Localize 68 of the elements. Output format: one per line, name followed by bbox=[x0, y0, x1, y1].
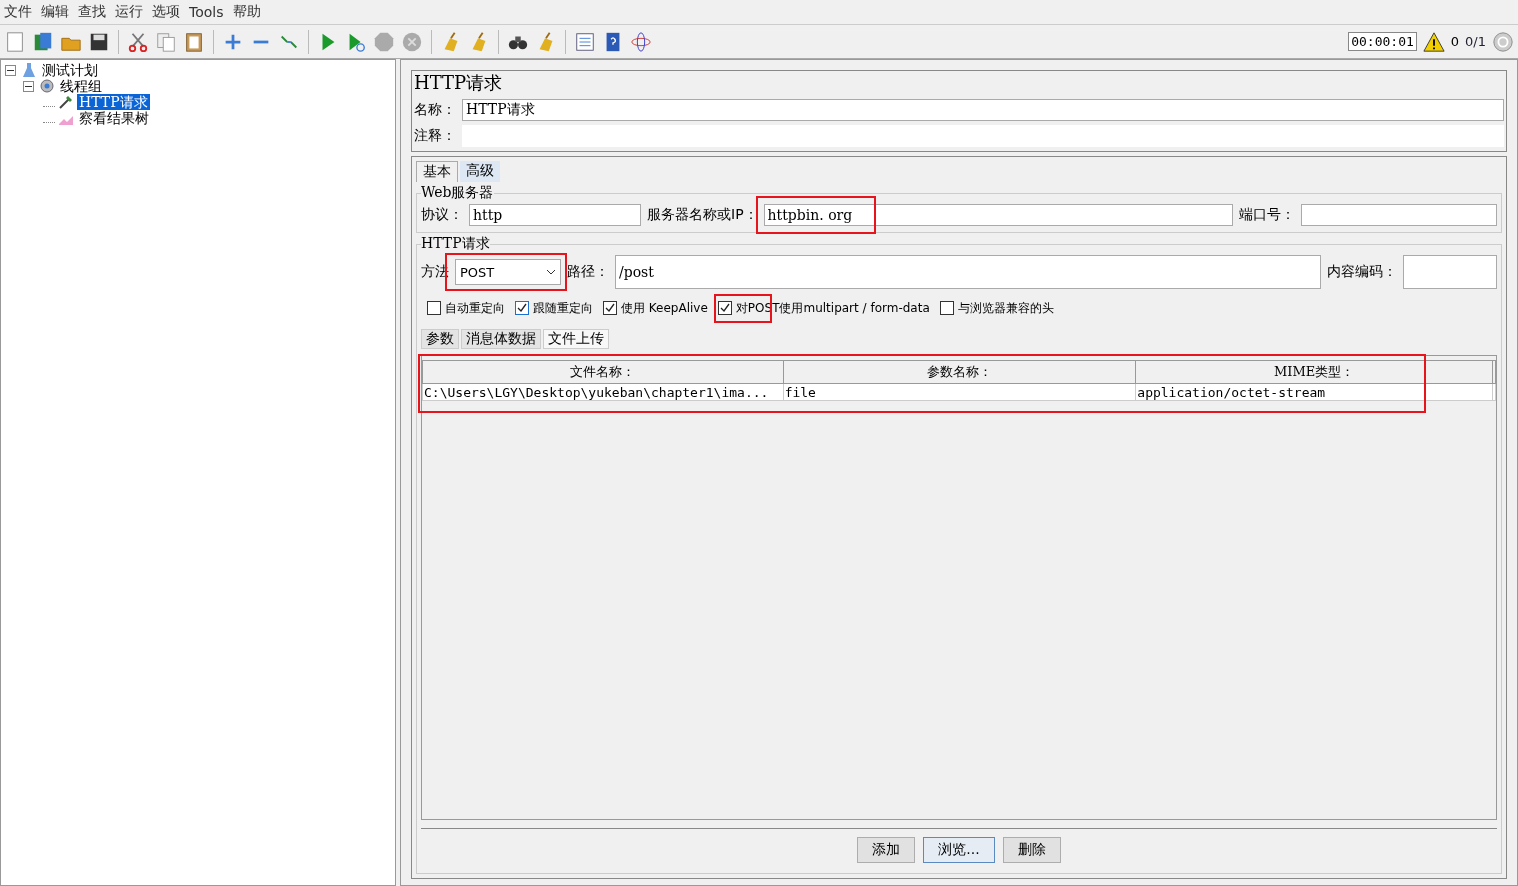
menu-item[interactable]: 文件 bbox=[4, 3, 32, 21]
status-icon bbox=[1492, 30, 1514, 53]
checkbox-label: 使用 KeepAlive bbox=[621, 299, 708, 317]
path-field[interactable]: /post bbox=[615, 255, 1321, 289]
close-circle-icon[interactable] bbox=[401, 30, 423, 53]
pipette-icon bbox=[58, 94, 74, 110]
path-label: 路径： bbox=[567, 263, 609, 281]
checkbox[interactable] bbox=[427, 301, 441, 315]
checkbox[interactable] bbox=[939, 301, 954, 315]
paste-icon[interactable] bbox=[183, 30, 205, 53]
collapse-toggle[interactable] bbox=[5, 64, 16, 76]
checkbox-label: 自动重定向 bbox=[445, 299, 505, 317]
menu-item[interactable]: 帮助 bbox=[232, 3, 261, 21]
action-button[interactable]: 删除 bbox=[1002, 837, 1061, 863]
atom-icon[interactable] bbox=[630, 30, 652, 53]
column-header[interactable]: MIME类型： bbox=[1135, 360, 1493, 384]
book-icon[interactable] bbox=[32, 30, 54, 53]
checkbox[interactable] bbox=[717, 301, 732, 315]
server-label: 服务器名称或IP： bbox=[647, 206, 758, 224]
name-field[interactable]: HTTP请求 bbox=[462, 99, 1504, 121]
encoding-label: 内容编码： bbox=[1327, 263, 1397, 281]
encoding-field[interactable] bbox=[1403, 255, 1497, 289]
tab[interactable]: 高级 bbox=[460, 161, 500, 182]
collapse-toggle[interactable] bbox=[23, 80, 34, 92]
menu-item[interactable]: 运行 bbox=[115, 3, 143, 21]
document-icon[interactable] bbox=[4, 30, 26, 53]
copy-icon[interactable] bbox=[155, 30, 177, 53]
protocol-field[interactable]: http bbox=[469, 204, 641, 226]
tab[interactable]: 参数 bbox=[421, 329, 459, 349]
caret-icon bbox=[546, 269, 556, 275]
list-icon[interactable] bbox=[574, 30, 596, 53]
tree-item[interactable]: 线程组 bbox=[58, 78, 104, 94]
thread-count: 0/1 bbox=[1465, 34, 1486, 49]
checkbox[interactable] bbox=[515, 301, 529, 315]
tab[interactable]: 基本 bbox=[416, 161, 458, 182]
action-button[interactable]: 添加 bbox=[857, 837, 916, 863]
tree-item[interactable]: 察看结果树 bbox=[77, 110, 151, 126]
menu-item[interactable]: 选项 bbox=[152, 3, 180, 21]
stop-icon[interactable] bbox=[373, 30, 395, 53]
checkbox-label: 跟随重定向 bbox=[533, 299, 593, 317]
warning-count: 0 bbox=[1450, 34, 1460, 49]
tree-item[interactable]: 测试计划 bbox=[40, 62, 100, 78]
panel-title: HTTP请求 bbox=[414, 71, 504, 95]
tab[interactable]: 文件上传 bbox=[543, 329, 609, 349]
warning-icon[interactable] bbox=[1422, 30, 1445, 53]
gear-icon bbox=[39, 78, 55, 94]
group-title: HTTP请求 bbox=[421, 235, 490, 253]
menu-item[interactable]: 查找 bbox=[78, 3, 106, 21]
checkbox[interactable] bbox=[603, 301, 617, 315]
method-dropdown[interactable]: POST bbox=[455, 259, 561, 285]
menu-item[interactable]: 编辑 bbox=[41, 3, 69, 21]
comment-label: 注释： bbox=[414, 127, 456, 145]
action-button[interactable]: 浏览... bbox=[923, 837, 995, 863]
name-label: 名称： bbox=[414, 101, 456, 119]
tree-item[interactable]: HTTP请求 bbox=[77, 94, 150, 110]
column-header[interactable]: 文件名称： bbox=[422, 360, 784, 384]
flask-icon bbox=[21, 62, 37, 78]
column-header[interactable]: 参数名称： bbox=[783, 360, 1136, 384]
menu-item[interactable]: Tools bbox=[189, 4, 224, 20]
port-label: 端口号： bbox=[1239, 206, 1295, 224]
port-field[interactable] bbox=[1301, 204, 1497, 226]
group-title: Web服务器 bbox=[421, 184, 494, 202]
tab[interactable]: 消息体数据 bbox=[461, 329, 541, 349]
elapsed-time: 00:00:01 bbox=[1348, 32, 1417, 51]
checkbox-label: 与浏览器兼容的头 bbox=[957, 299, 1054, 317]
protocol-label: 协议： bbox=[421, 206, 463, 224]
server-field[interactable]: httpbin. org bbox=[763, 204, 1233, 226]
cut-icon[interactable] bbox=[127, 30, 149, 53]
